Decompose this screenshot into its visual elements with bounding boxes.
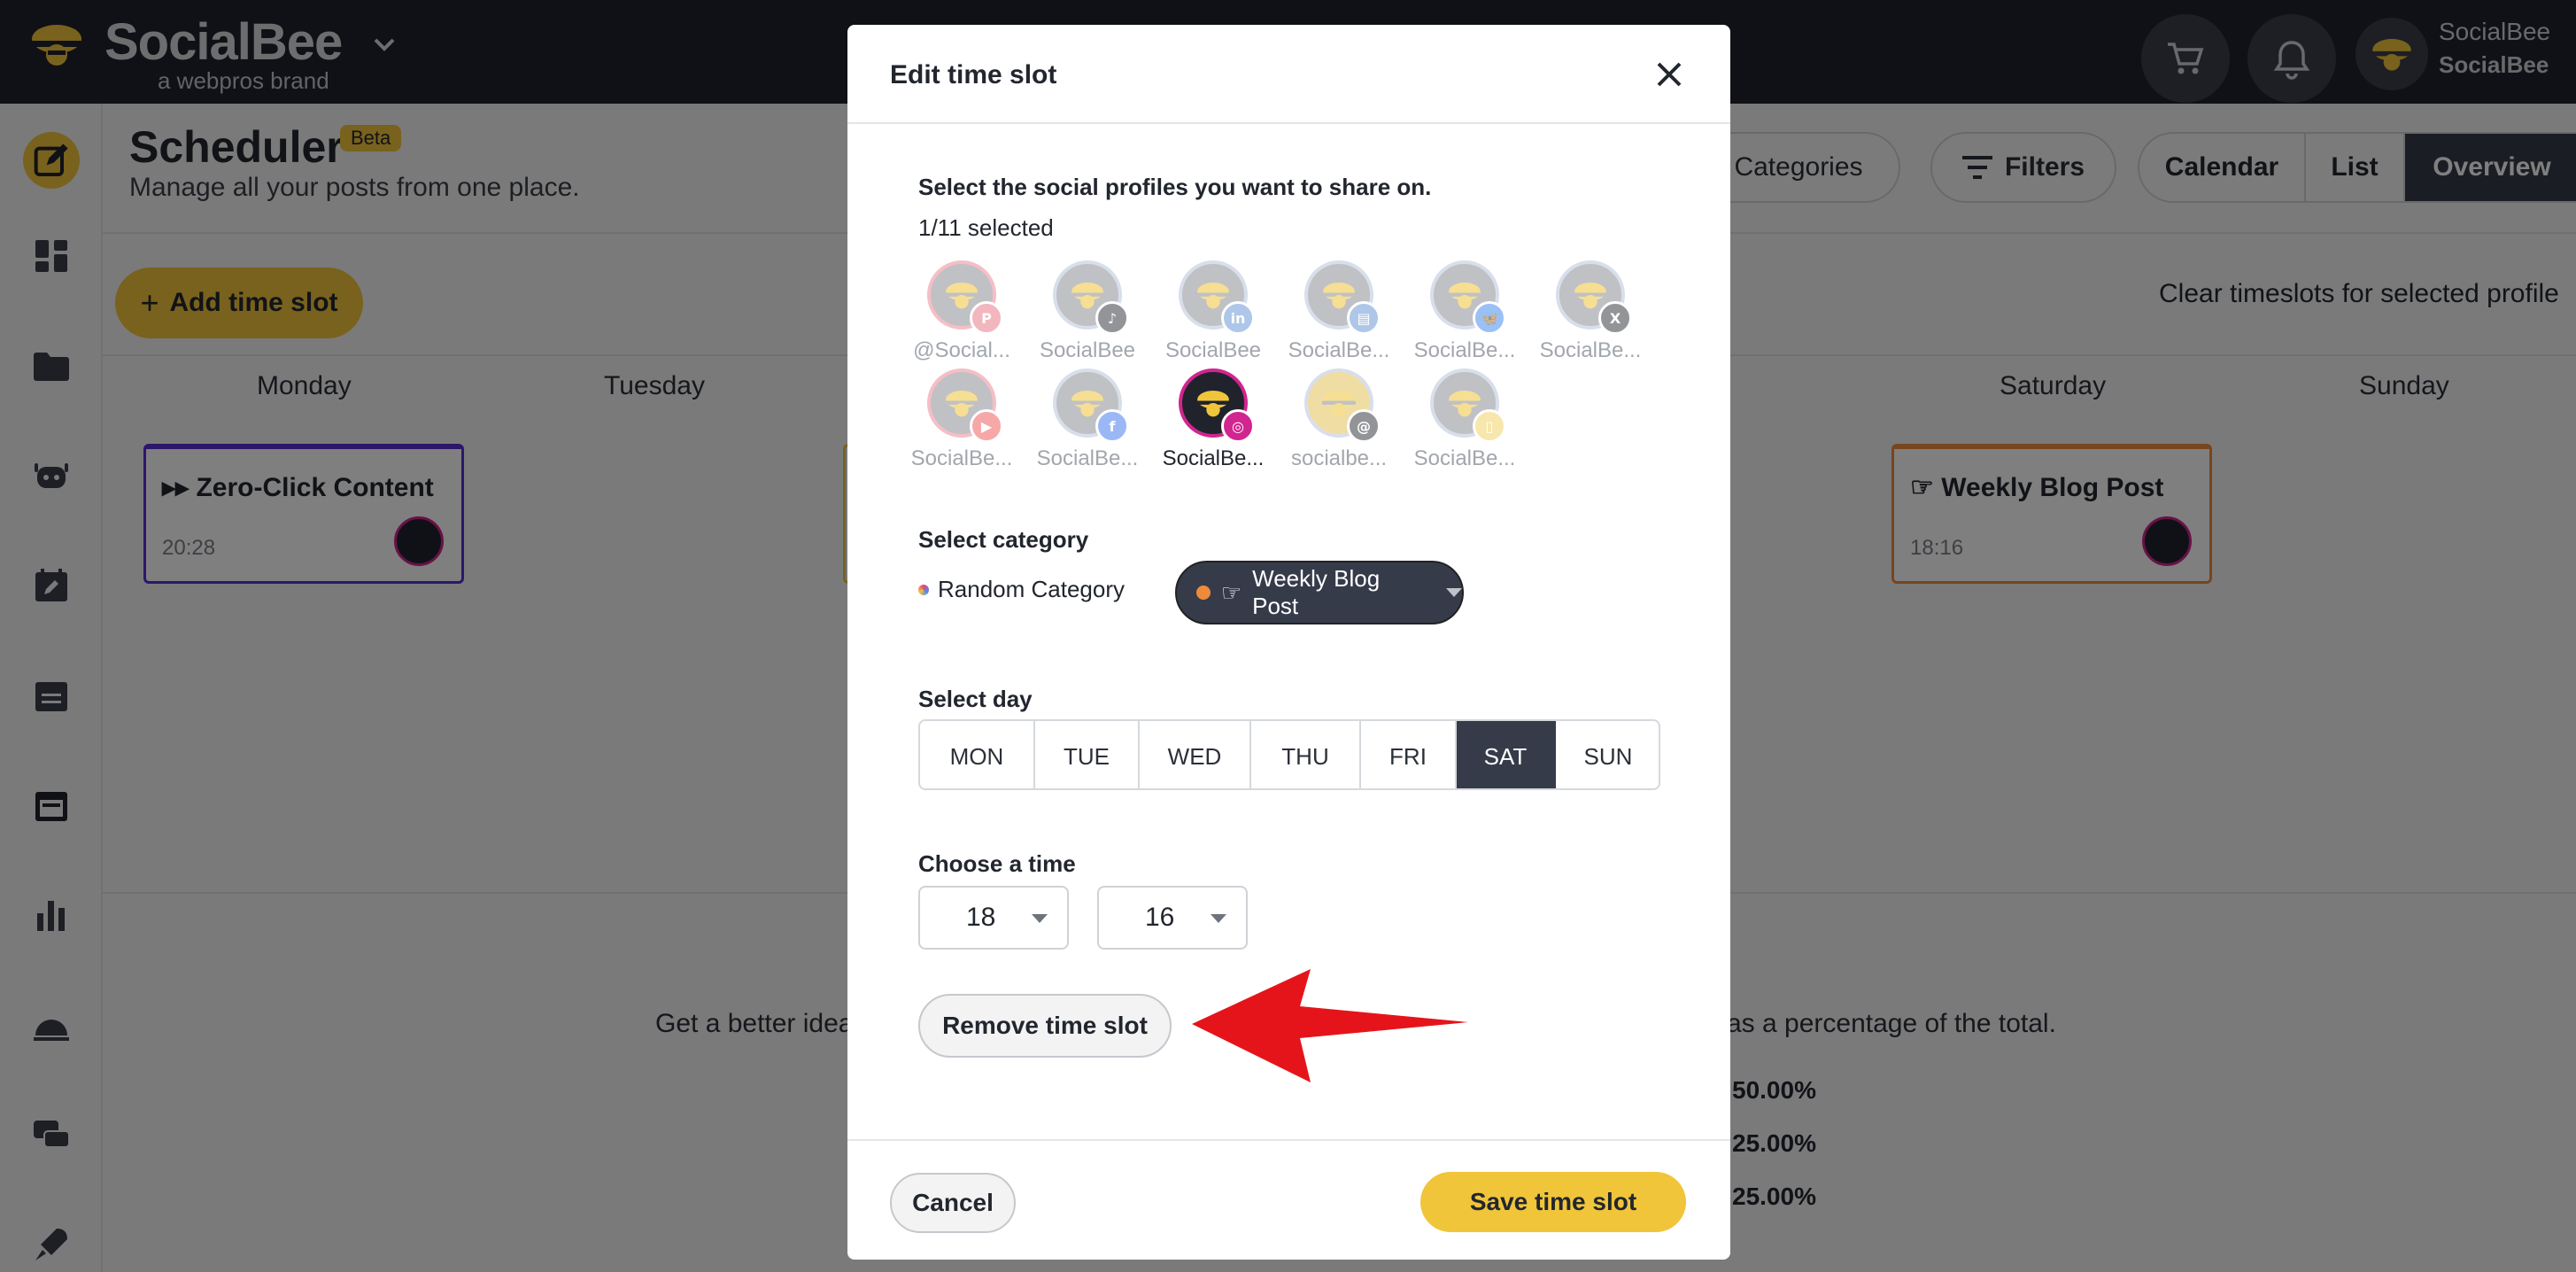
tiktok-icon: ♪ [1095,301,1129,335]
orange-dot-icon [1196,586,1211,600]
profile-label: SocialBe... [910,446,1013,470]
profile-option-x[interactable]: X SocialBe... [1533,260,1648,363]
category-select[interactable]: ☞ Weekly Blog Post [1175,561,1464,624]
profile-option-mobile[interactable]: ▯ SocialBe... [1407,368,1522,471]
profile-option-bluesky[interactable]: 🦋 SocialBe... [1407,260,1522,363]
facebook-icon: f [1095,409,1129,443]
profile-label: SocialBe... [1413,446,1516,470]
time-heading: Choose a time [918,850,1076,877]
hand-pointing-icon: ☞ [1220,578,1242,606]
youtube-icon: ▶ [970,409,1003,443]
profile-avatar: ♪ [1053,260,1129,335]
profile-label: SocialBe... [1288,338,1390,362]
divider [847,1139,1730,1141]
multicolor-dot-icon [918,584,929,595]
instagram-icon: ◎ [1221,409,1255,443]
profile-option-threads[interactable]: @ socialbe... [1281,368,1396,471]
profile-label: socialbe... [1290,446,1388,470]
selected-count: 1/11 selected [918,214,1054,241]
day-selector: MON TUE WED THU FRI SAT SUN [918,719,1660,790]
caret-down-icon [1211,914,1226,923]
remove-time-slot-button[interactable]: Remove time slot [918,994,1172,1058]
profiles-heading: Select the social profiles you want to s… [918,174,1432,200]
day-heading: Select day [918,686,1033,712]
profile-avatar: @ [1304,368,1381,443]
profile-label: SocialBe... [1539,338,1642,362]
x-icon: X [1598,301,1632,335]
profile-avatar: ▤ [1304,260,1381,335]
profile-label: SocialBee [1039,338,1136,362]
day-button-fri[interactable]: FRI [1361,721,1457,788]
threads-icon: @ [1347,409,1381,443]
profile-label: SocialBee [1164,338,1262,362]
divider [847,122,1730,124]
cancel-button[interactable]: Cancel [890,1173,1016,1233]
profile-avatar: 🦋 [1430,260,1506,335]
day-button-sun[interactable]: SUN [1556,721,1659,788]
profile-avatar: in [1179,260,1255,335]
mobile-icon: ▯ [1473,409,1506,443]
profile-avatar: ▶ [927,368,1003,443]
profile-label: SocialBe... [1162,446,1265,470]
pinterest-icon: P [970,301,1003,335]
annotation-arrow-icon [1187,966,1470,1090]
caret-down-icon [1032,914,1048,923]
profile-option-pinterest[interactable]: P @Social... [904,260,1019,363]
google-business-icon: ▤ [1347,301,1381,335]
caret-down-icon [1446,588,1462,597]
category-heading: Select category [918,526,1089,553]
day-button-wed[interactable]: WED [1140,721,1251,788]
bluesky-icon: 🦋 [1473,301,1506,335]
day-button-thu[interactable]: THU [1251,721,1361,788]
day-button-tue[interactable]: TUE [1035,721,1140,788]
hour-select[interactable]: 18 [918,886,1069,950]
save-time-slot-button[interactable]: Save time slot [1420,1172,1686,1232]
close-button[interactable] [1650,55,1689,94]
dialog-title: Edit time slot [890,60,1057,89]
profile-option-facebook[interactable]: f SocialBe... [1030,368,1145,471]
profile-avatar: ◎ [1179,368,1255,443]
profile-avatar: P [927,260,1003,335]
profile-avatar: X [1556,260,1632,335]
profile-option-google-business[interactable]: ▤ SocialBe... [1281,260,1396,363]
profile-label: SocialBe... [1413,338,1516,362]
profile-label: SocialBe... [1036,446,1139,470]
profile-avatar: ▯ [1430,368,1506,443]
category-option-random[interactable]: Random Category [918,576,1125,603]
close-icon [1657,62,1682,87]
profile-option-instagram[interactable]: ◎ SocialBe... [1156,368,1271,471]
day-button-sat[interactable]: SAT [1457,721,1556,788]
profile-label: @Social... [913,338,1010,362]
minute-select[interactable]: 16 [1097,886,1248,950]
day-button-mon[interactable]: MON [920,721,1035,788]
profile-option-linkedin[interactable]: in SocialBee [1156,260,1271,363]
profile-avatar: f [1053,368,1129,443]
linkedin-icon: in [1221,301,1255,335]
profile-option-tiktok[interactable]: ♪ SocialBee [1030,260,1145,363]
profile-option-youtube[interactable]: ▶ SocialBe... [904,368,1019,471]
